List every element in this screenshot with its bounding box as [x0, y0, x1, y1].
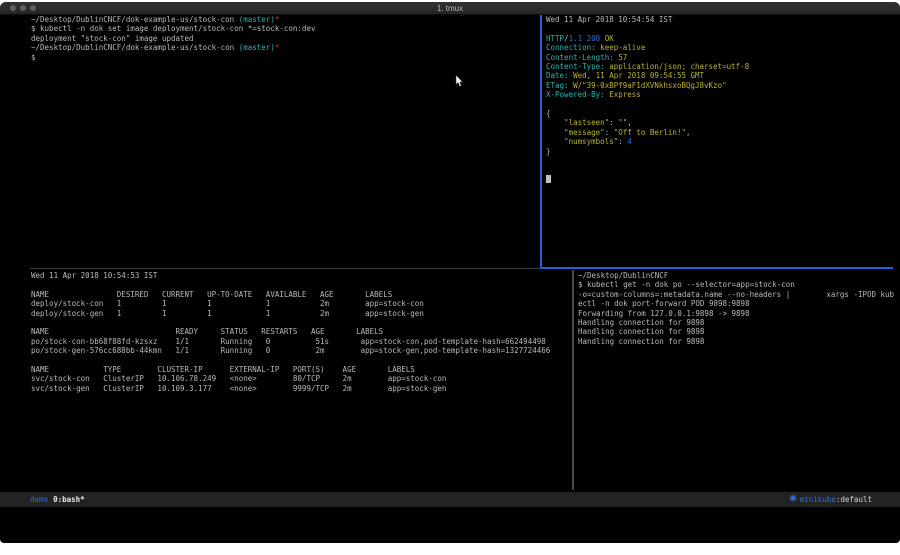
terminal-pane-bottom-right[interactable]: ~/Desktop/DublinCNCF $ kubectl get -n do…: [578, 271, 894, 346]
pane-divider-horizontal-left[interactable]: [30, 268, 540, 269]
tmux-status-bar: demo 0:bash* minikube :default: [0, 492, 900, 507]
window-title: 1. tmux: [0, 2, 900, 14]
session-name[interactable]: demo: [30, 492, 48, 507]
pane-divider-horizontal-right[interactable]: [540, 267, 893, 269]
status-right: minikube :default: [789, 492, 872, 507]
screenshot-root: { "window": { "title": "1. tmux", "traff…: [0, 0, 900, 555]
terminal-pane-top-left[interactable]: ~/Desktop/DublinCNCF/dok-example-us/stoc…: [31, 15, 315, 62]
kube-context: minikube: [800, 492, 836, 507]
active-window-label[interactable]: 0:bash*: [53, 492, 85, 507]
kube-namespace: :default: [836, 492, 872, 507]
status-left: demo 0:bash*: [30, 492, 85, 507]
helm-wheel-icon: [789, 492, 797, 507]
pane-divider-vertical-bottom[interactable]: [572, 270, 574, 490]
pane-divider-vertical-top[interactable]: [540, 15, 542, 268]
terminal-pane-top-right[interactable]: Wed 11 Apr 2018 10:54:54 IST HTTP/1.1 20…: [546, 15, 749, 184]
terminal-window: 1. tmux ~/Desktop/DublinCNCF/dok-example…: [0, 2, 900, 543]
terminal-pane-bottom-left[interactable]: Wed 11 Apr 2018 10:54:53 IST NAME DESIRE…: [31, 271, 550, 393]
mouse-cursor-icon: [455, 73, 464, 92]
window-titlebar[interactable]: 1. tmux: [0, 2, 900, 15]
